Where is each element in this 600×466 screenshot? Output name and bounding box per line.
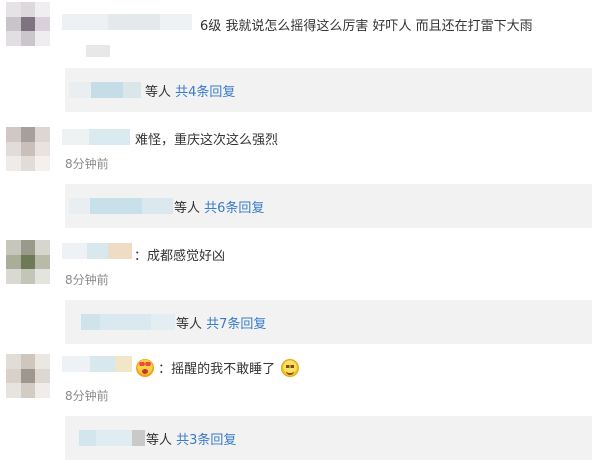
reply-etc: 等人 [146, 433, 173, 448]
reply-usernames [69, 82, 141, 98]
comment-text: ：摇醒的我不敢睡了 [134, 358, 300, 377]
username-blur-extra [86, 42, 110, 57]
reply-etc: 等人 [176, 317, 203, 332]
reply-preview[interactable]: 等人 共7条回复 [65, 300, 592, 344]
comment-text: ：成都感觉好凶 [134, 249, 226, 264]
reply-count-link[interactable]: 共7条回复 [206, 317, 266, 332]
reply-usernames [81, 314, 175, 330]
avatar[interactable] [6, 354, 50, 398]
reply-preview[interactable]: 等人 共4条回复 [65, 68, 592, 112]
reply-summary[interactable]: 等人 共3条回复 [146, 429, 236, 448]
grin-emoji [281, 359, 300, 377]
reply-etc: 等人 [174, 201, 201, 216]
avatar[interactable] [6, 127, 50, 171]
username[interactable] [62, 243, 132, 259]
reply-summary[interactable]: 等人 共4条回复 [145, 81, 235, 100]
face-shock-emoji [136, 359, 154, 377]
reply-summary[interactable]: 等人 共7条回复 [176, 313, 266, 332]
avatar[interactable] [6, 2, 50, 46]
reply-etc: 等人 [145, 85, 172, 100]
username[interactable] [62, 14, 192, 30]
timestamp: 8分钟前 [65, 157, 109, 171]
reply-count-link[interactable]: 共3条回复 [176, 433, 236, 448]
timestamp: 8分钟前 [65, 389, 109, 403]
comment-text: 难怪，重庆这次这么强烈 [135, 133, 279, 148]
reply-usernames [79, 430, 145, 446]
reply-preview[interactable]: 等人 共6条回复 [65, 184, 592, 228]
reply-summary[interactable]: 等人 共6条回复 [174, 197, 264, 216]
reply-usernames [69, 198, 173, 214]
username[interactable] [62, 129, 130, 145]
reply-preview[interactable]: 等人 共3条回复 [65, 416, 592, 460]
username[interactable] [62, 356, 132, 372]
reply-count-link[interactable]: 共4条回复 [175, 85, 235, 100]
timestamp: 8分钟前 [65, 273, 109, 287]
comment-text-body: ：摇醒的我不敢睡了 [158, 362, 276, 377]
avatar[interactable] [6, 240, 50, 284]
comment-text: 6级 我就说怎么摇得这么厉害 好吓人 而且还在打雷下大雨 [200, 19, 533, 34]
reply-count-link[interactable]: 共6条回复 [204, 201, 264, 216]
